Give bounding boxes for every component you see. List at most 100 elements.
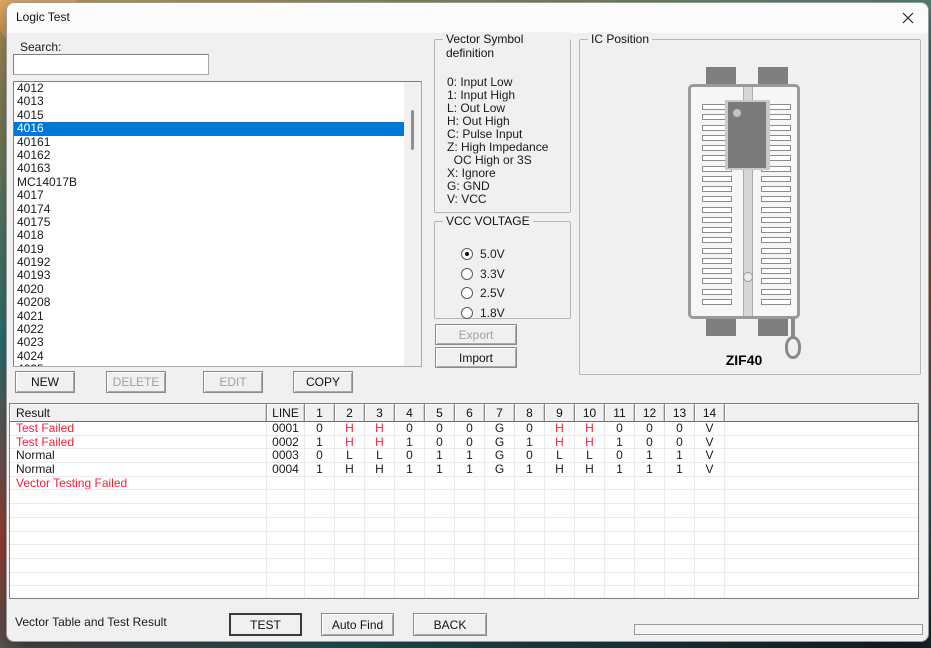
- list-item[interactable]: 40163: [14, 162, 404, 175]
- list-item[interactable]: 40174: [14, 203, 404, 216]
- vector-cell: [305, 559, 335, 572]
- table-header-cell[interactable]: 13: [665, 404, 695, 421]
- list-item[interactable]: 4018: [14, 229, 404, 242]
- auto-find-button[interactable]: Auto Find: [321, 613, 394, 636]
- delete-button[interactable]: DELETE: [106, 371, 166, 393]
- vcc-radio-option[interactable]: 2.5V: [461, 285, 505, 301]
- table-header-cell[interactable]: 4: [395, 404, 425, 421]
- zif-socket-label: ZIF40: [694, 352, 794, 368]
- vector-cell: [425, 573, 455, 586]
- table-row[interactable]: Normal00030LL011G0LL011V: [10, 449, 918, 463]
- vector-cell: G: [485, 449, 515, 462]
- table-header-cell[interactable]: 8: [515, 404, 545, 421]
- radio-button-icon: [461, 248, 473, 260]
- list-item[interactable]: 4016: [14, 122, 404, 135]
- device-list: 4012401340154016401614016240163MC14017B4…: [14, 82, 404, 366]
- vector-cell: V: [695, 436, 725, 449]
- vector-cell: H: [545, 422, 575, 435]
- table-header-cell[interactable]: LINE: [267, 404, 305, 421]
- result-cell: [10, 490, 267, 503]
- table-row[interactable]: Vector Testing Failed: [10, 477, 918, 491]
- list-item[interactable]: 40175: [14, 216, 404, 229]
- vector-cell: 0: [635, 436, 665, 449]
- vector-cell: [545, 504, 575, 517]
- copy-button[interactable]: COPY: [293, 371, 353, 393]
- line-cell: 0004: [267, 463, 305, 476]
- table-row[interactable]: [10, 573, 918, 587]
- table-header-cell[interactable]: 1: [305, 404, 335, 421]
- vcc-voltage-group-title: VCC VOLTAGE: [443, 214, 533, 228]
- close-button[interactable]: [896, 7, 920, 29]
- table-row[interactable]: [10, 504, 918, 518]
- list-item[interactable]: 4017: [14, 189, 404, 202]
- list-item[interactable]: 40192: [14, 256, 404, 269]
- vector-cell: V: [695, 463, 725, 476]
- new-button[interactable]: NEW: [15, 371, 75, 393]
- list-item[interactable]: 4012: [14, 82, 404, 95]
- vector-cell: [515, 573, 545, 586]
- list-item[interactable]: MC14017B: [14, 176, 404, 189]
- table-row[interactable]: [10, 518, 918, 532]
- vector-cell: [695, 532, 725, 545]
- table-row[interactable]: [10, 490, 918, 504]
- result-cell: Normal: [10, 449, 267, 462]
- list-item[interactable]: 4025: [14, 363, 404, 367]
- list-scrollbar-thumb[interactable]: [411, 110, 414, 150]
- table-header-cell[interactable]: 9: [545, 404, 575, 421]
- import-button[interactable]: Import: [435, 347, 517, 368]
- list-item[interactable]: 4015: [14, 109, 404, 122]
- table-row[interactable]: [10, 545, 918, 559]
- back-button[interactable]: BACK: [413, 613, 487, 636]
- filler-cell: [725, 504, 918, 517]
- table-header-cell[interactable]: 5: [425, 404, 455, 421]
- vector-cell: 1: [605, 463, 635, 476]
- list-item[interactable]: 4023: [14, 336, 404, 349]
- table-row[interactable]: [10, 586, 918, 599]
- filler-cell: [725, 422, 918, 435]
- table-row[interactable]: Test Failed00010HH000G0HH000V: [10, 422, 918, 436]
- table-header-cell[interactable]: 11: [605, 404, 635, 421]
- table-header-cell[interactable]: 10: [575, 404, 605, 421]
- table-header-cell[interactable]: Result: [10, 404, 267, 421]
- list-item[interactable]: 40208: [14, 296, 404, 309]
- table-header-cell[interactable]: 14: [695, 404, 725, 421]
- vcc-radio-label: 3.3V: [480, 267, 505, 281]
- vector-cell: [335, 586, 365, 599]
- list-item[interactable]: 40162: [14, 149, 404, 162]
- export-button[interactable]: Export: [435, 324, 517, 345]
- table-header-cell[interactable]: 7: [485, 404, 515, 421]
- zif-pin-slot-right: [761, 186, 791, 192]
- vcc-radio-option[interactable]: 3.3V: [461, 266, 505, 282]
- list-scrollbar[interactable]: [404, 82, 421, 366]
- list-item[interactable]: 40193: [14, 269, 404, 282]
- zif-pin-slot-right: [761, 196, 791, 202]
- vcc-radio-option[interactable]: 5.0V: [461, 246, 505, 262]
- search-input[interactable]: [13, 54, 209, 75]
- vector-cell: [545, 559, 575, 572]
- table-row[interactable]: Normal00041HH111G1HH111V: [10, 463, 918, 477]
- vector-cell: 1: [425, 449, 455, 462]
- vector-cell: [605, 490, 635, 503]
- list-item[interactable]: 4021: [14, 310, 404, 323]
- vcc-radio-option[interactable]: 1.8V: [461, 305, 505, 321]
- vector-cell: H: [575, 436, 605, 449]
- list-item[interactable]: 4024: [14, 350, 404, 363]
- line-cell: [267, 545, 305, 558]
- vector-cell: [575, 545, 605, 558]
- edit-button[interactable]: EDIT: [203, 371, 263, 393]
- list-item[interactable]: 4022: [14, 323, 404, 336]
- table-row[interactable]: Test Failed00021HH100G1HH100V: [10, 436, 918, 450]
- list-item[interactable]: 40161: [14, 136, 404, 149]
- list-item[interactable]: 4013: [14, 95, 404, 108]
- table-row[interactable]: [10, 559, 918, 573]
- table-header-cell[interactable]: 3: [365, 404, 395, 421]
- table-header-cell[interactable]: 6: [455, 404, 485, 421]
- vector-cell: [365, 559, 395, 572]
- vector-cell: [665, 477, 695, 490]
- list-item[interactable]: 4019: [14, 243, 404, 256]
- table-row[interactable]: [10, 532, 918, 546]
- table-header-cell[interactable]: 12: [635, 404, 665, 421]
- table-header-cell[interactable]: 2: [335, 404, 365, 421]
- list-item[interactable]: 4020: [14, 283, 404, 296]
- test-button[interactable]: TEST: [229, 613, 302, 636]
